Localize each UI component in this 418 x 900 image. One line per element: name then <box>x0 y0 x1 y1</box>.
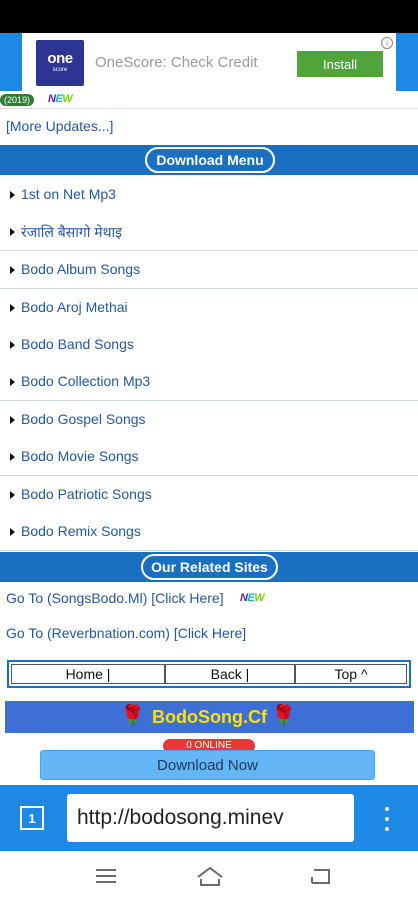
arrow-right-icon <box>10 266 15 274</box>
status-bar <box>0 0 418 33</box>
menu-item[interactable]: Bodo Remix Songs <box>0 513 418 551</box>
menu-item-label: Bodo Patriotic Songs <box>21 486 152 502</box>
ad-title: OneScore: Check Credit <box>95 54 258 71</box>
menu-item[interactable]: Bodo Patriotic Songs <box>0 476 418 514</box>
ad-edge-right <box>396 33 418 91</box>
menu-item[interactable]: रंजालि बैसागो मेथाइ <box>0 213 418 251</box>
arrow-right-icon <box>10 191 15 199</box>
site-brand-bar: 🌹 BodoSong.Cf 🌹 <box>5 701 414 733</box>
ad-logo-sub: score <box>52 67 68 73</box>
menu-item-label: Bodo Band Songs <box>21 336 134 352</box>
new-badge: NEW <box>48 93 73 105</box>
related-sites-header: Our Related Sites <box>0 552 418 582</box>
related-link-reverbnation[interactable]: Go To (Reverbnation.com) [Click Here] <box>6 625 246 641</box>
arrow-right-icon <box>10 378 15 386</box>
menu-item[interactable]: Bodo Band Songs <box>0 326 418 364</box>
menu-item[interactable]: Bodo Aroj Methai <box>0 289 418 327</box>
new-badge: NEW <box>240 592 265 604</box>
system-nav-bar <box>0 851 418 900</box>
download-menu-title: Download Menu <box>145 147 275 173</box>
menu-item[interactable]: Bodo Movie Songs <box>0 438 418 476</box>
arrow-right-icon <box>10 528 15 536</box>
page-nav: Home | Back | Top ^ <box>7 660 411 688</box>
top-link[interactable]: Top ^ <box>295 664 407 684</box>
menu-item-label: Bodo Gospel Songs <box>21 411 146 427</box>
ad-info-icon[interactable]: i <box>381 37 393 49</box>
recent-apps-icon[interactable] <box>95 868 117 884</box>
rose-icon: 🌹 <box>271 705 296 727</box>
more-updates-link[interactable]: [More Updates...] <box>6 118 113 134</box>
ad-install-button[interactable]: Install <box>297 51 383 77</box>
related-sites-title: Our Related Sites <box>141 554 278 580</box>
onescore-logo-icon: one score <box>36 40 84 86</box>
arrow-right-icon <box>10 228 15 236</box>
menu-item[interactable]: Bodo Album Songs <box>0 251 418 289</box>
download-now-button[interactable]: Download Now <box>40 750 375 780</box>
url-text: http://bodosong.minev <box>77 806 284 829</box>
menu-item-label: Bodo Album Songs <box>21 261 141 277</box>
menu-item-label: Bodo Remix Songs <box>21 523 141 539</box>
year-badge: (2019) <box>0 94 35 106</box>
ad-logo-main: one <box>47 50 73 67</box>
related-link-songsbodo[interactable]: Go To (SongsBodo.Ml) [Click Here] <box>6 590 224 606</box>
arrow-right-icon <box>10 341 15 349</box>
back-link[interactable]: Back | <box>165 664 295 684</box>
arrow-right-icon <box>10 304 15 312</box>
download-menu-header: Download Menu <box>0 145 418 175</box>
arrow-right-icon <box>10 416 15 424</box>
menu-item-label: Bodo Aroj Methai <box>21 299 128 315</box>
address-bar[interactable]: http://bodosong.minev <box>67 794 354 842</box>
menu-item[interactable]: Bodo Gospel Songs <box>0 401 418 439</box>
menu-item-label: Bodo Movie Songs <box>21 448 139 464</box>
menu-item-label: रंजालि बैसागो मेथाइ <box>21 224 123 240</box>
menu-item-label: Bodo Collection Mp3 <box>21 373 151 389</box>
arrow-right-icon <box>10 491 15 499</box>
home-icon[interactable] <box>196 865 224 887</box>
arrow-right-icon <box>10 453 15 461</box>
tab-switcher-button[interactable]: 1 <box>20 806 44 830</box>
more-menu-icon[interactable] <box>382 807 392 831</box>
ad-edge-left <box>0 33 22 91</box>
menu-item[interactable]: Bodo Collection Mp3 <box>0 363 418 401</box>
home-link[interactable]: Home | <box>11 664 165 684</box>
back-icon[interactable] <box>309 867 331 885</box>
menu-item-label: 1st on Net Mp3 <box>21 186 116 202</box>
site-title: BodoSong.Cf <box>152 706 267 727</box>
menu-item[interactable]: 1st on Net Mp3 <box>0 176 418 214</box>
